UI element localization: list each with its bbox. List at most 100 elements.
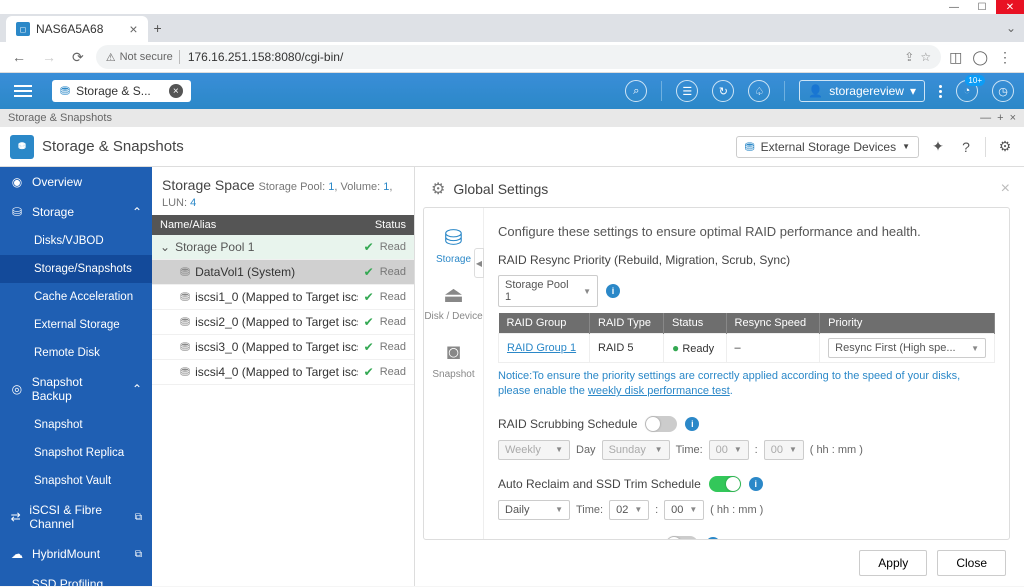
- resync-notice: Notice:To ensure the priority settings a…: [498, 369, 995, 400]
- extensions-icon[interactable]: ◫: [949, 49, 962, 66]
- dialog-title-text: Global Settings: [453, 181, 548, 197]
- browser-tab[interactable]: ◻ NAS6A5A68 ×: [6, 16, 148, 42]
- tree-row-iscsi1[interactable]: ⛃iscsi1_0 (Mapped to Target iscsi1) ✔Rea…: [152, 285, 414, 310]
- tab-close-icon[interactable]: ×: [129, 21, 137, 37]
- sidebar-snapshot-backup[interactable]: ◎Snapshot Backup⌃: [0, 367, 152, 411]
- fsck-toggle[interactable]: [666, 536, 698, 539]
- pool-select[interactable]: Storage Pool 1▼: [498, 275, 598, 307]
- tree-table-header: Name/Alias Status: [152, 215, 414, 235]
- close-button[interactable]: Close: [937, 550, 1006, 576]
- backup-icon: ◎: [10, 382, 24, 396]
- sidebar-cache[interactable]: Cache Acceleration: [0, 283, 152, 311]
- chevron-down-icon: ▾: [910, 84, 916, 98]
- info-icon[interactable]: i: [749, 477, 763, 491]
- collapse-handle[interactable]: ◀: [474, 248, 484, 278]
- trim-freq-select[interactable]: Daily▼: [498, 500, 570, 520]
- dialog-tab-storage[interactable]: ⛁ Storage: [436, 226, 471, 265]
- trim-hh-select[interactable]: 02▼: [609, 500, 649, 520]
- dialog-close-icon[interactable]: ×: [1001, 180, 1010, 198]
- sidebar-replica[interactable]: Snapshot Replica: [0, 439, 152, 467]
- menu-hamburger[interactable]: [10, 81, 36, 101]
- raid-group-link[interactable]: RAID Group 1: [507, 342, 576, 354]
- app-logo-icon: ⛃: [10, 135, 34, 159]
- qnap-favicon: ◻: [16, 22, 30, 36]
- tree-row-pool[interactable]: ⌄Storage Pool 1 ✔Read: [152, 235, 414, 260]
- sidebar-external[interactable]: External Storage: [0, 311, 152, 339]
- external-storage-button[interactable]: ⛃ External Storage Devices ▼: [736, 136, 919, 158]
- app-tab-storage[interactable]: ⛃ Storage & S... ×: [52, 80, 191, 102]
- storage-app-icon: ⛃: [60, 84, 70, 98]
- sidebar-storage[interactable]: ⛁Storage⌃: [0, 197, 152, 227]
- scrub-freq-select[interactable]: Weekly▼: [498, 440, 570, 460]
- lun-icon: ⛃: [180, 315, 190, 329]
- tree-row-datavol[interactable]: ⛃DataVol1 (System) ✔Read: [152, 260, 414, 285]
- sidebar-vault[interactable]: Snapshot Vault: [0, 467, 152, 495]
- dialog-tab-snapshot[interactable]: ◙ Snapshot: [432, 340, 474, 379]
- apply-button[interactable]: Apply: [859, 550, 927, 576]
- win-maximize[interactable]: ☐: [968, 0, 996, 14]
- tree-header: Storage Space Storage Pool: 1, Volume: 1…: [152, 167, 414, 215]
- help-icon[interactable]: ?: [957, 138, 975, 156]
- external-link-icon: ⧉: [135, 512, 142, 523]
- info-icon[interactable]: i: [706, 537, 720, 539]
- info-icon[interactable]: i: [685, 417, 699, 431]
- window-maximize[interactable]: +: [997, 112, 1003, 124]
- gear-icon[interactable]: ⚙: [996, 138, 1014, 156]
- share-icon[interactable]: ⇪: [904, 50, 914, 64]
- more-menu[interactable]: [939, 85, 942, 98]
- status-ok-icon: ✔: [364, 340, 374, 354]
- new-tab-button[interactable]: +: [148, 20, 168, 36]
- tree-row-iscsi2[interactable]: ⛃iscsi2_0 (Mapped to Target iscsi2) ✔Rea…: [152, 310, 414, 335]
- tree-row-iscsi3[interactable]: ⛃iscsi3_0 (Mapped to Target iscsi3) ✔Rea…: [152, 335, 414, 360]
- search-icon[interactable]: ⌕: [625, 80, 647, 102]
- dialog-tab-disk[interactable]: ⏏ Disk / Device: [424, 283, 482, 322]
- tools-icon[interactable]: ✦: [929, 138, 947, 156]
- perf-test-link[interactable]: weekly disk performance test: [588, 385, 730, 397]
- lun-icon: ⛃: [180, 290, 190, 304]
- trim-mm-select[interactable]: 00▼: [664, 500, 704, 520]
- window-minimize[interactable]: —: [980, 112, 991, 124]
- hdd-icon: ⛃: [745, 140, 755, 154]
- win-minimize[interactable]: —: [940, 0, 968, 14]
- user-menu[interactable]: 👤 storagereview ▾: [799, 80, 925, 102]
- nav-reload[interactable]: ⟳: [68, 47, 88, 68]
- sidebar-ssd-profiling[interactable]: ▤SSD Profiling Tool⧉: [0, 569, 152, 586]
- sidebar-hybridmount[interactable]: ☁HybridMount⧉: [0, 539, 152, 569]
- scrub-mm-select[interactable]: 00▼: [764, 440, 804, 460]
- fsck-title: Scheduled File System Check: [498, 537, 658, 539]
- chevron-down-icon: ⌄: [160, 240, 170, 254]
- nav-forward[interactable]: →: [38, 47, 60, 67]
- sidebar-disks[interactable]: Disks/VJBOD: [0, 227, 152, 255]
- profile-icon[interactable]: ◯: [972, 49, 988, 66]
- tab-dropdown-icon[interactable]: ⌄: [1006, 21, 1024, 35]
- nav-back[interactable]: ←: [8, 47, 30, 67]
- insecure-badge[interactable]: ⚠ Not secure: [106, 51, 173, 64]
- trim-toggle[interactable]: [709, 476, 741, 492]
- address-bar[interactable]: ⚠ Not secure 176.16.251.158:8080/cgi-bin…: [96, 45, 941, 69]
- sidebar-iscsi[interactable]: ⇄iSCSI & Fibre Channel⧉: [0, 495, 152, 539]
- scrub-hh-select[interactable]: 00▼: [709, 440, 749, 460]
- sidebar-remote[interactable]: Remote Disk: [0, 339, 152, 367]
- global-settings-dialog: ⚙ Global Settings × ◀ ⛁ Storage ⏏ Disk /…: [415, 167, 1024, 586]
- sidebar-snapshot[interactable]: Snapshot: [0, 411, 152, 439]
- menu-icon[interactable]: ⋮: [998, 49, 1012, 66]
- window-close[interactable]: ×: [1010, 112, 1016, 124]
- refresh-icon[interactable]: ↻: [712, 80, 734, 102]
- scrub-day-select[interactable]: Sunday▼: [602, 440, 670, 460]
- raid-row[interactable]: RAID Group 1 RAID 5 ● Ready – Resync Fir…: [499, 334, 995, 363]
- sidebar-storage-snapshots[interactable]: Storage/Snapshots: [0, 255, 152, 283]
- scrub-toggle[interactable]: [645, 416, 677, 432]
- bell-icon[interactable]: ♤: [748, 80, 770, 102]
- priority-select[interactable]: Resync First (High spe...▼: [828, 338, 986, 358]
- sidebar-overview[interactable]: ◉Overview: [0, 167, 152, 197]
- win-close[interactable]: ✕: [996, 0, 1024, 14]
- info-icon[interactable]: i: [606, 284, 620, 298]
- clapper-icon[interactable]: ☰: [676, 80, 698, 102]
- lun-icon: ⛃: [180, 365, 190, 379]
- app-tab-label: Storage & S...: [76, 84, 151, 98]
- gauge-icon[interactable]: ◷: [992, 80, 1014, 102]
- app-tab-close[interactable]: ×: [169, 84, 183, 98]
- bookmark-icon[interactable]: ☆: [920, 50, 931, 64]
- tree-row-iscsi4[interactable]: ⛃iscsi4_0 (Mapped to Target iscsi4) ✔Rea…: [152, 360, 414, 385]
- dashboard-icon[interactable]: ◔: [956, 80, 978, 102]
